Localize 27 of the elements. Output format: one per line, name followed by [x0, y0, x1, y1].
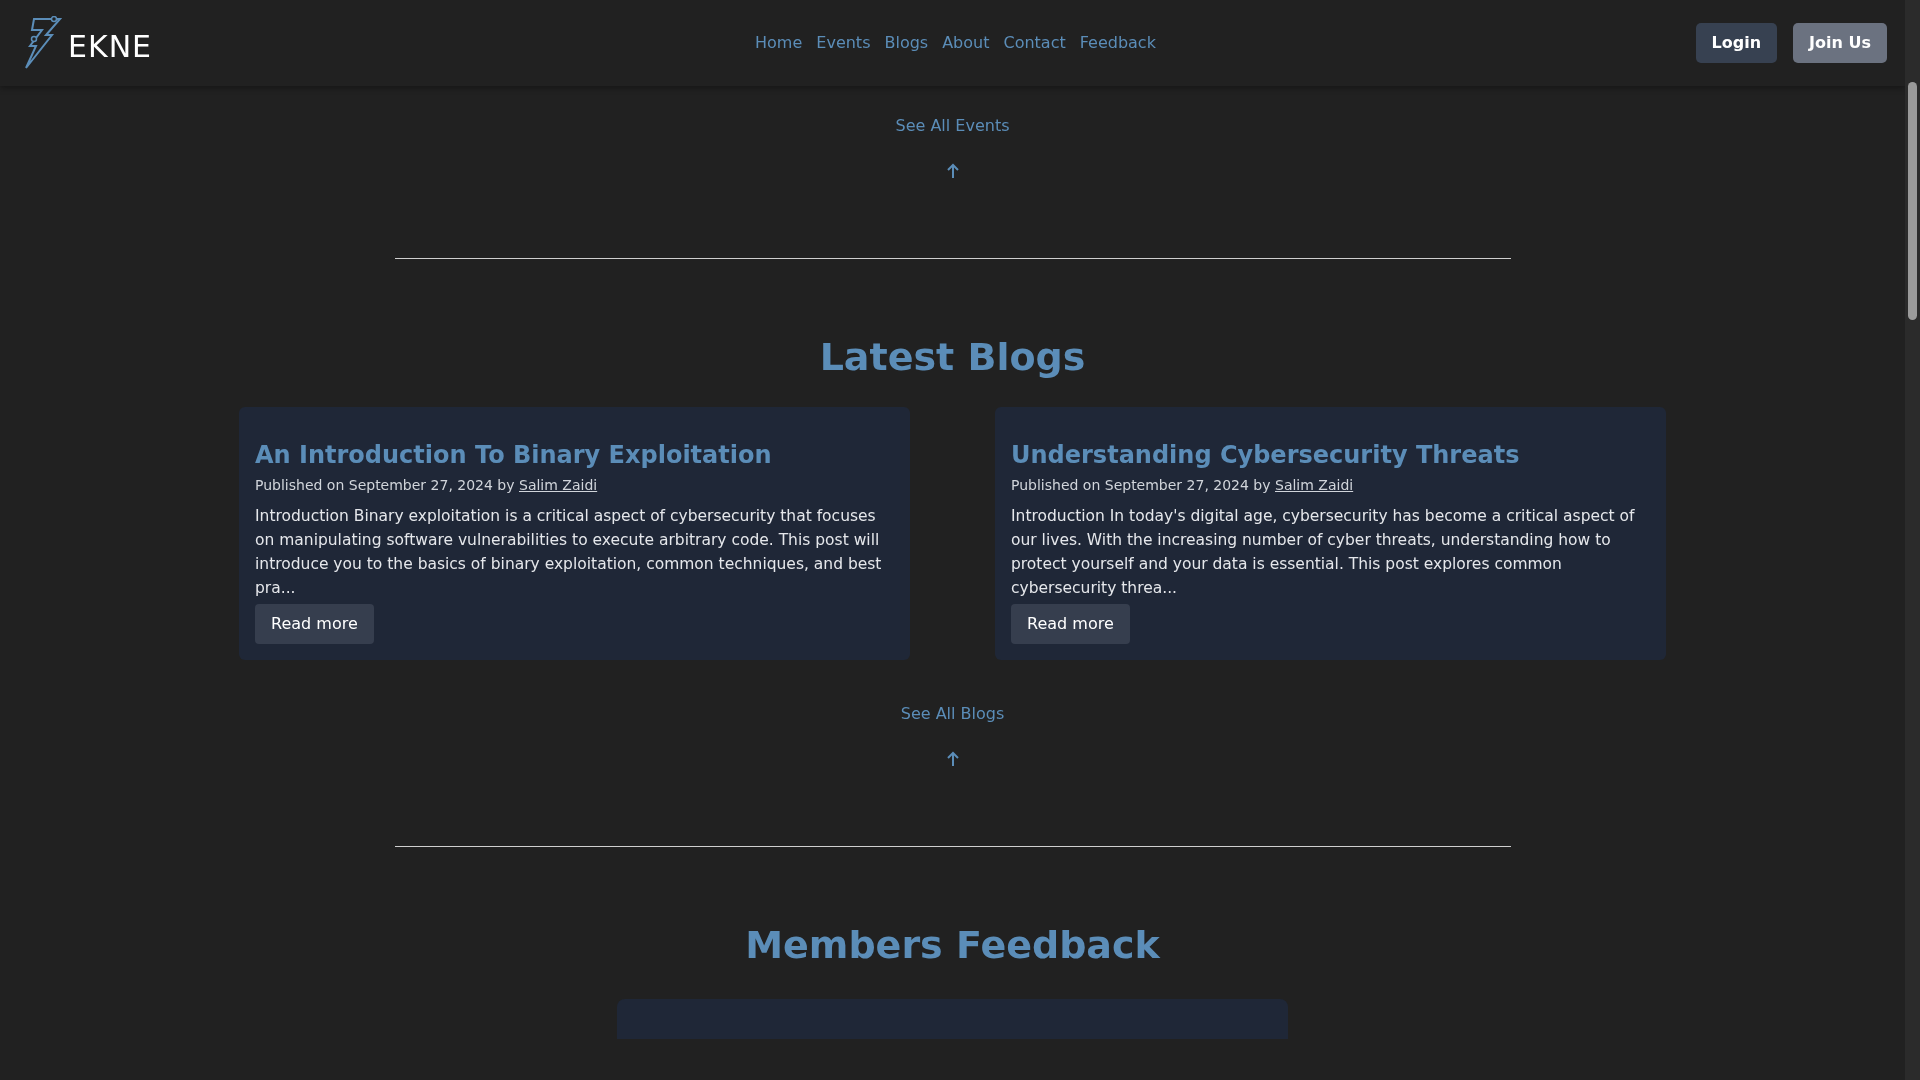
- author-link[interactable]: Salim Zaidi: [519, 477, 598, 494]
- see-all-blogs-link[interactable]: See All Blogs: [900, 704, 1005, 724]
- nav-link[interactable]: Home: [748, 31, 810, 55]
- nav-link[interactable]: Contact: [996, 31, 1073, 55]
- scrollbar[interactable]: [1905, 0, 1920, 1080]
- nav-link[interactable]: Events: [809, 31, 878, 55]
- read-more-button[interactable]: Read more: [255, 604, 374, 645]
- nav-link[interactable]: About: [935, 31, 997, 55]
- arrow-up-icon[interactable]: [945, 162, 960, 179]
- section-heading: Latest Blogs: [819, 335, 1086, 381]
- arrow-up-icon[interactable]: [945, 750, 960, 767]
- post-excerpt: Introduction In today's digital age, cybersecurity has become a critical aspect of our lives. With the increasing number of cyber threats, understanding how to protect yourself and your data is essential. This post explores common cybersecurity threa...: [1011, 506, 1636, 600]
- join-button[interactable]: Join Us: [1793, 23, 1887, 63]
- brand-name[interactable]: EKNE: [68, 32, 153, 62]
- read-more-button[interactable]: Read more: [1011, 604, 1130, 645]
- nav-link[interactable]: Blogs: [877, 31, 936, 55]
- nav-link[interactable]: Feedback: [1072, 31, 1163, 55]
- post-meta: Published on September 27, 2024 by Salim Zaidi: [1011, 476, 1355, 496]
- section-heading: Members Feedback: [745, 923, 1160, 969]
- login-button[interactable]: Login: [1695, 23, 1778, 63]
- post-excerpt: Introduction Binary exploitation is a critical aspect of cybersecurity that focuses on manipulating software vulnerabilities to execute arbitrary code. This post will introduce you to the basics of binary exploitation, common techniques, and best pra...: [255, 506, 883, 600]
- post-title: Understanding Cybersecurity Threats: [1011, 440, 1521, 470]
- lightning-logo-icon: [24, 16, 64, 70]
- author-link[interactable]: Salim Zaidi: [1275, 477, 1354, 494]
- post-title: An Introduction To Binary Exploitation: [255, 440, 773, 470]
- post-meta: Published on September 27, 2024 by Salim Zaidi: [255, 476, 599, 496]
- see-all-events-link[interactable]: See All Events: [895, 116, 1010, 135]
